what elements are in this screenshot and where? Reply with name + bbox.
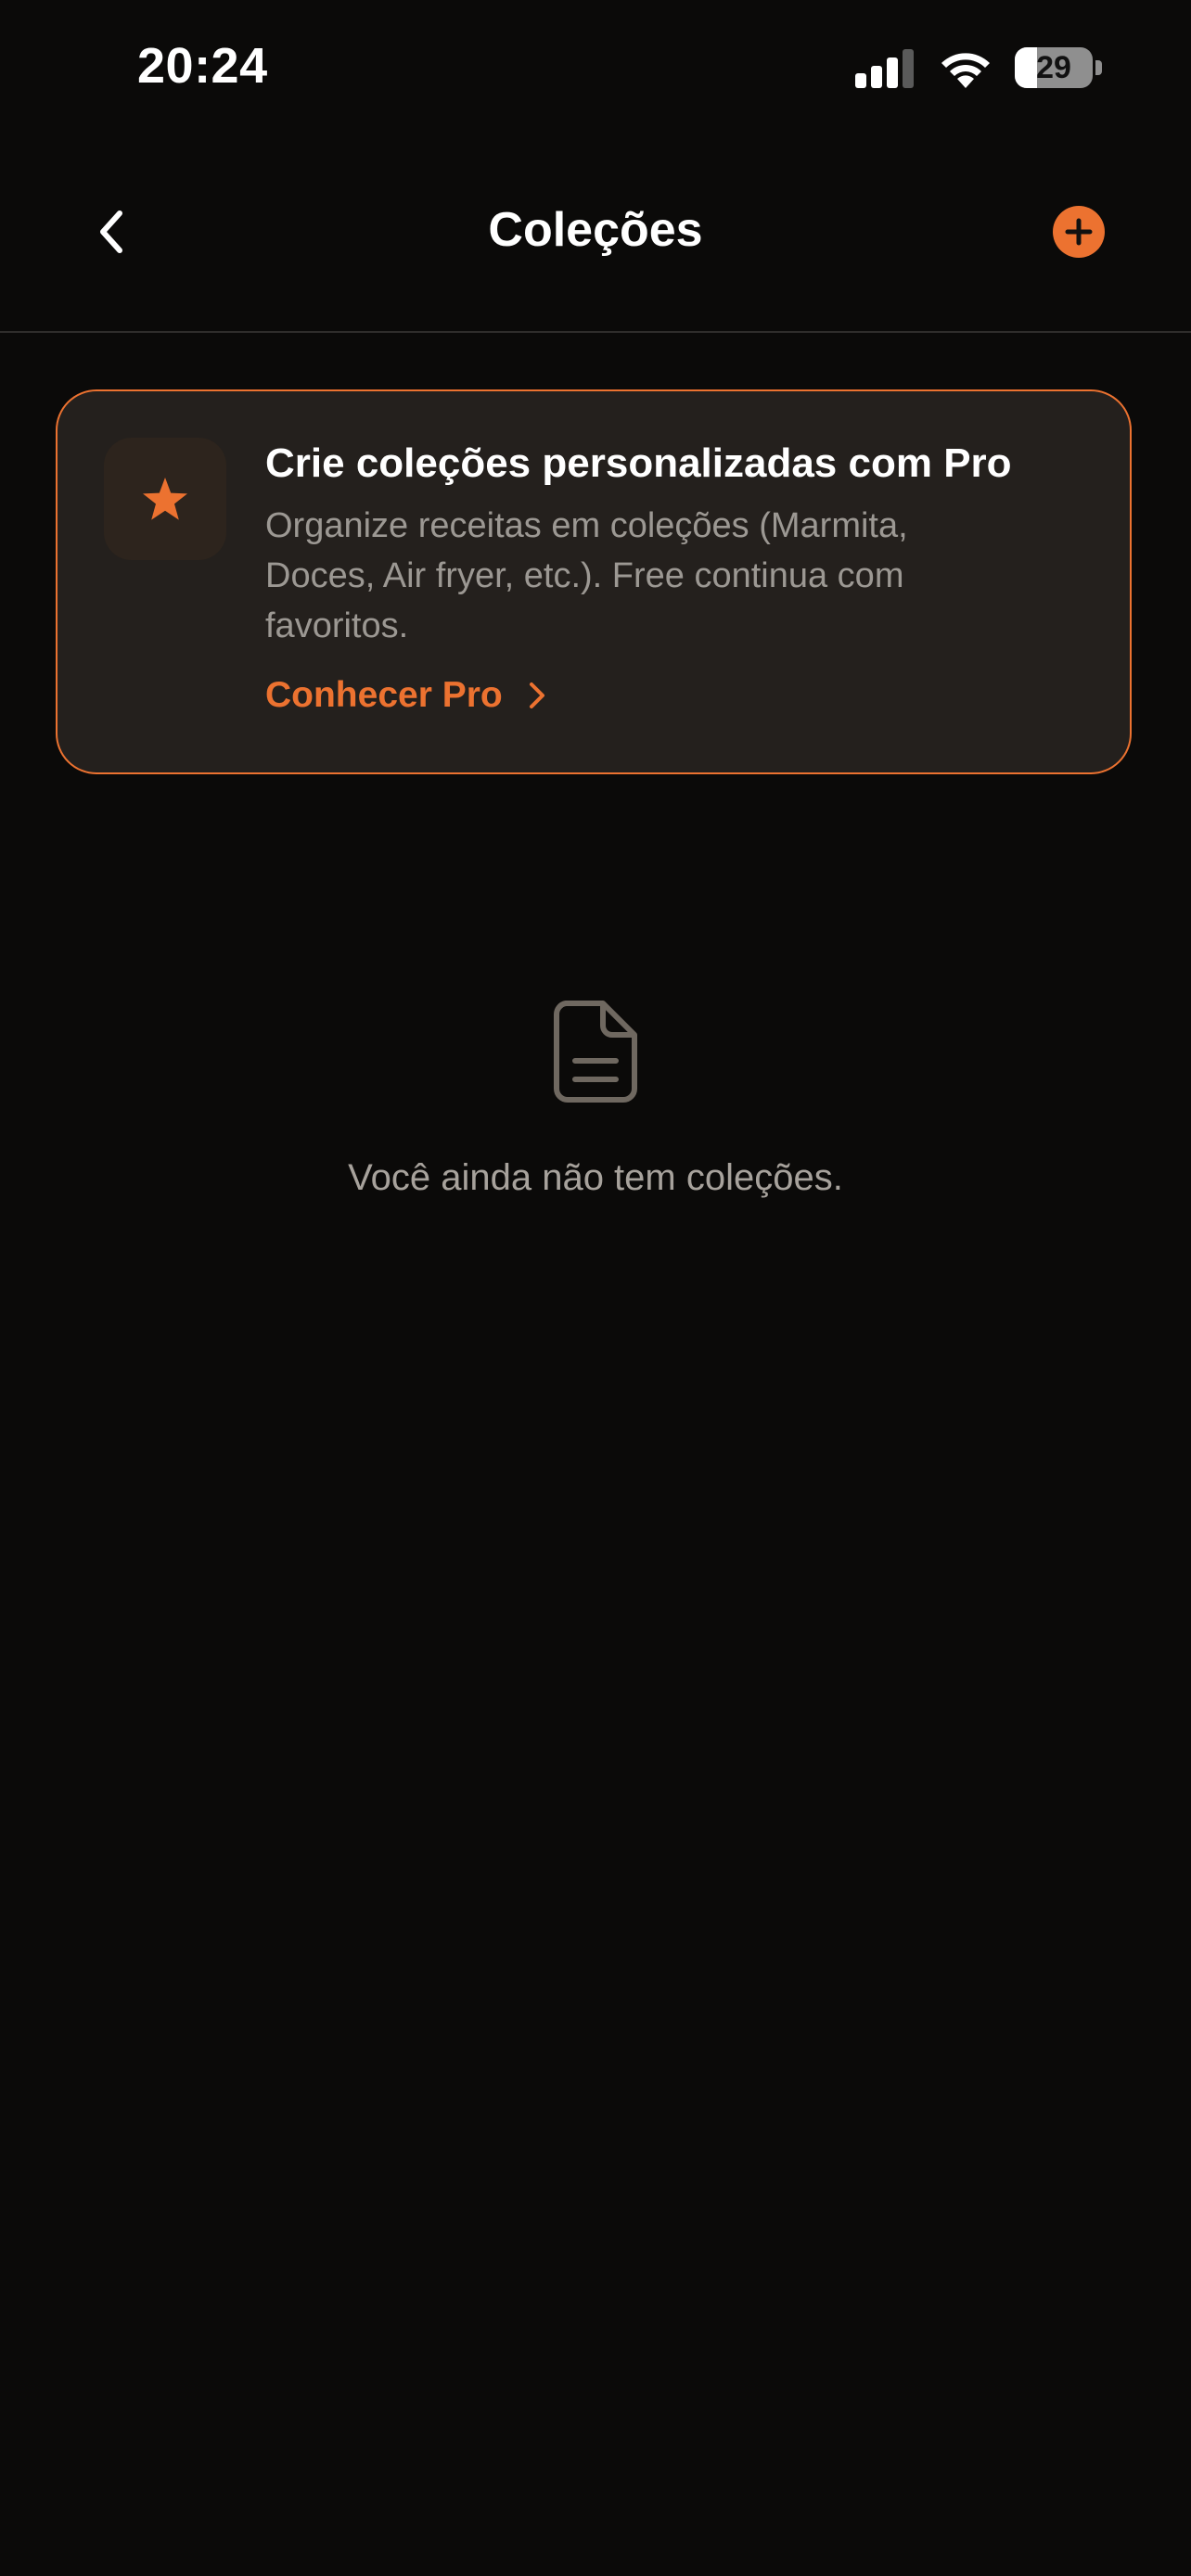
- page-title: Coleções: [488, 203, 703, 257]
- empty-state-message: Você ainda não tem coleções.: [348, 1157, 843, 1198]
- add-collection-button[interactable]: [1053, 206, 1105, 258]
- battery-cap: [1095, 60, 1102, 75]
- nav-divider: [0, 331, 1191, 333]
- chevron-right-icon: [529, 682, 544, 708]
- star-icon: [143, 478, 187, 520]
- cellular-signal-icon: [855, 49, 914, 88]
- promo-description: Organize receitas em coleções (Marmita, …: [265, 506, 908, 645]
- promo-icon-container: [104, 438, 226, 560]
- promo-title: Crie coleções personalizadas com Pro: [265, 440, 1012, 486]
- battery-body: 29: [1015, 47, 1093, 88]
- battery-level: 29: [1036, 49, 1071, 85]
- collections-screen: 20:24 29 Coleções Crie coleções personal…: [0, 0, 1191, 2576]
- learn-pro-link[interactable]: Conhecer Pro: [265, 675, 545, 716]
- status-bar: 20:24 29: [0, 0, 1191, 139]
- document-icon: [554, 1001, 637, 1103]
- battery-icon: 29: [1015, 46, 1102, 89]
- status-icons: 29: [855, 46, 1102, 89]
- status-time: 20:24: [137, 38, 268, 94]
- navigation-bar: Coleções: [0, 167, 1191, 334]
- learn-pro-label: Conhecer Pro: [265, 675, 503, 715]
- plus-icon: [1065, 218, 1093, 246]
- pro-promo-card: Crie coleções personalizadas com Pro Org…: [56, 389, 1132, 774]
- wifi-icon: [941, 53, 990, 88]
